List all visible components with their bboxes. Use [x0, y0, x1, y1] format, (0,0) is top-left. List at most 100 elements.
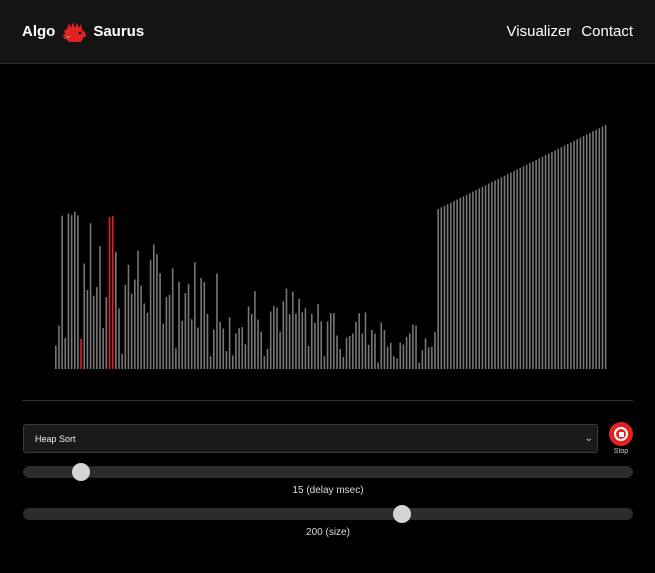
- array-bar: [431, 346, 433, 369]
- array-bar: [222, 328, 225, 369]
- array-bar: [178, 281, 180, 369]
- array-bar: [61, 215, 63, 369]
- array-bar: [254, 291, 256, 369]
- array-bar: [115, 251, 117, 369]
- array-bar: [73, 211, 76, 369]
- array-bar: [462, 196, 465, 369]
- array-bar: [592, 131, 594, 369]
- array-bar: [333, 313, 335, 369]
- array-bar: [380, 322, 383, 369]
- divider: [22, 400, 633, 401]
- array-bar: [320, 321, 323, 369]
- array-bar: [203, 282, 206, 369]
- array-bar: [213, 329, 215, 369]
- array-bar: [77, 215, 79, 369]
- algorithm-select-value: Heap Sort: [35, 433, 76, 444]
- array-bar: [383, 330, 386, 369]
- array-bar: [310, 313, 313, 369]
- array-bar: [298, 298, 300, 369]
- nav-link-visualizer[interactable]: Visualizer: [507, 23, 572, 40]
- nav-link-contact[interactable]: Contact: [581, 23, 633, 40]
- algorithm-select[interactable]: Heap Sort ⌄: [23, 424, 598, 453]
- array-bar: [579, 137, 582, 369]
- array-bar: [89, 223, 92, 369]
- array-bar: [440, 207, 443, 369]
- array-bar: [263, 356, 266, 369]
- array-bar: [279, 331, 281, 369]
- array-bar: [118, 308, 120, 369]
- array-bar: [389, 342, 392, 369]
- delay-slider[interactable]: [23, 463, 633, 481]
- array-bar: [434, 332, 436, 369]
- array-bar: [83, 263, 86, 369]
- array-bar: [181, 320, 183, 369]
- array-bar: [513, 171, 515, 369]
- array-bar: [503, 175, 506, 369]
- array-bar: [250, 314, 253, 369]
- array-bar: [510, 172, 512, 369]
- array-bar: [143, 303, 146, 369]
- array-bar: [456, 199, 458, 369]
- array-bar: [134, 279, 136, 369]
- array-bar: [285, 288, 288, 369]
- size-slider[interactable]: [23, 505, 633, 523]
- stop-button[interactable]: Stop: [608, 422, 634, 458]
- array-bar: [219, 321, 221, 369]
- brand[interactable]: Algo Saurus: [22, 20, 144, 44]
- array-bar: [566, 144, 569, 369]
- array-bar: [124, 284, 127, 369]
- array-bar: [535, 159, 537, 369]
- array-bar: [367, 344, 370, 369]
- array-bar: [459, 197, 462, 369]
- array-bar: [307, 345, 310, 369]
- array-bar: [352, 333, 354, 369]
- stop-icon: [609, 422, 633, 446]
- array-bar: [405, 336, 408, 369]
- array-bar: [171, 268, 174, 369]
- array-bar: [175, 348, 177, 369]
- delay-slider-thumb[interactable]: [71, 463, 90, 481]
- array-bar: [522, 166, 525, 369]
- array-bar: [168, 294, 171, 369]
- brand-right-text: Saurus: [93, 23, 145, 40]
- array-bar: [99, 246, 101, 369]
- array-bar: [121, 354, 123, 369]
- array-bar: [551, 151, 553, 369]
- array-bar: [348, 336, 351, 369]
- array-bar: [437, 209, 439, 369]
- nav-links: Visualizer Contact: [507, 23, 633, 40]
- brand-left-text: Algo: [22, 23, 56, 40]
- array-bar: [342, 357, 345, 369]
- array-bar: [339, 348, 341, 369]
- navbar: Algo Saurus Visualizer Contact: [0, 0, 655, 64]
- array-bar: [187, 283, 190, 369]
- size-slider-thumb[interactable]: [393, 505, 411, 523]
- array-bar: [228, 317, 231, 369]
- array-visualizer: [22, 64, 633, 370]
- array-bar: [374, 333, 376, 369]
- array-bar: [282, 301, 285, 369]
- array-bar: [557, 148, 560, 369]
- array-bar: [162, 323, 165, 369]
- array-bar: [323, 356, 326, 369]
- array-bar: [472, 191, 474, 369]
- array-bar: [364, 312, 367, 369]
- array-bar: [450, 202, 452, 369]
- array-bar: [453, 201, 455, 369]
- array-bar: [424, 338, 427, 369]
- array-bar-active: [108, 217, 111, 369]
- array-bar: [345, 337, 348, 369]
- array-bar: [92, 295, 95, 369]
- array-bar: [361, 333, 364, 369]
- array-bar: [393, 356, 395, 369]
- array-bar: [235, 333, 237, 369]
- array-bar: [427, 347, 430, 369]
- array-bar: [418, 362, 420, 369]
- array-bar: [478, 188, 481, 369]
- array-bar: [399, 342, 402, 369]
- array-bar: [563, 145, 566, 369]
- array-bar: [276, 307, 278, 369]
- array-bar: [481, 186, 484, 369]
- array-bar: [396, 358, 398, 369]
- array-bar: [317, 304, 319, 369]
